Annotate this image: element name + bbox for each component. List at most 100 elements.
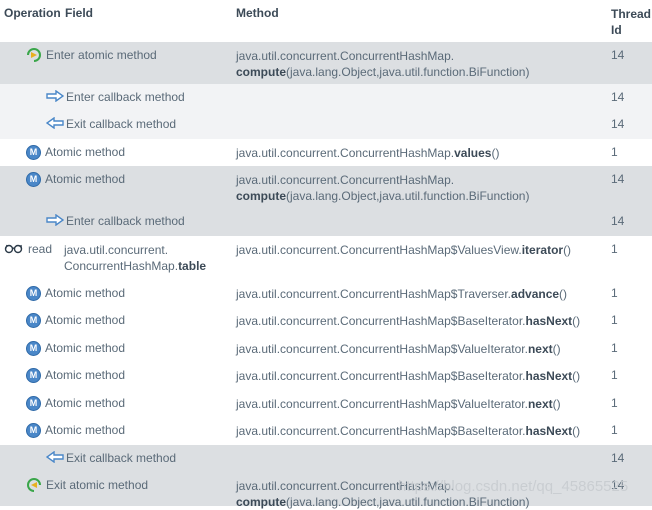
operation-cell: M Atomic method <box>26 286 125 301</box>
operation-label: Atomic method <box>45 368 126 382</box>
operation-cell: Exit callback method <box>45 116 177 132</box>
operation-label: Exit atomic method <box>46 478 149 492</box>
operation-label: Atomic method <box>45 145 126 159</box>
thread-id-cell: 1 <box>611 423 618 437</box>
operation-label: Enter atomic method <box>46 48 157 62</box>
atomic-method-icon: M <box>26 145 41 160</box>
header-thread-id[interactable]: Thread Id <box>611 6 651 38</box>
method-class: java.util.concurrent.ConcurrentHashMap$B… <box>236 314 526 328</box>
method-args: () <box>559 287 568 301</box>
method-cell: java.util.concurrent.ConcurrentHashMap.v… <box>236 145 596 161</box>
method-args: () <box>552 397 561 411</box>
method-args: () <box>572 424 581 438</box>
read-glasses-icon <box>4 242 24 256</box>
table-row[interactable]: Exit callback method 14 <box>0 445 652 472</box>
operation-label: Exit callback method <box>66 117 177 131</box>
thread-id-cell: 1 <box>611 313 618 327</box>
method-name: compute <box>236 65 287 79</box>
method-class: java.util.concurrent.ConcurrentHashMap$T… <box>236 287 512 301</box>
operation-cell: Exit atomic method <box>26 478 148 493</box>
method-name: hasNext <box>525 369 573 383</box>
operation-cell: M Atomic method <box>26 368 125 383</box>
method-name: compute <box>236 189 287 203</box>
operation-cell: M Atomic method <box>26 341 125 356</box>
method-cell: java.util.concurrent.ConcurrentHashMap$B… <box>236 313 596 329</box>
method-cell: java.util.concurrent.ConcurrentHashMap$T… <box>236 286 596 302</box>
enter-callback-icon <box>46 213 65 228</box>
operation-cell: read <box>4 242 52 257</box>
method-class: java.util.concurrent.ConcurrentHashMap$V… <box>236 397 528 411</box>
method-cell: java.util.concurrent.ConcurrentHashMap$V… <box>236 242 596 258</box>
operation-label: Atomic method <box>45 341 126 355</box>
table-row[interactable]: M Atomic method java.util.concurrent.Concu… <box>0 139 652 166</box>
field-package: java.util.concurrent. <box>64 243 169 257</box>
table-row[interactable]: M Atomic method java.util.concurrent.Concu… <box>0 307 652 335</box>
operation-label: Atomic method <box>45 423 126 437</box>
header-field[interactable]: Field <box>65 6 93 20</box>
table-row[interactable]: M Atomic method java.util.concurrent.Concu… <box>0 417 652 445</box>
method-cell: java.util.concurrent.ConcurrentHashMap. c… <box>236 172 596 204</box>
table-row[interactable]: Enter callback method 14 <box>0 208 652 236</box>
table-header: Operation Field Method Thread Id <box>0 0 652 42</box>
thread-id-cell: 1 <box>611 242 618 256</box>
table-row[interactable]: M Atomic method java.util.concurrent.Concu… <box>0 335 652 362</box>
operation-cell: M Atomic method <box>26 396 125 411</box>
method-name: hasNext <box>525 424 573 438</box>
table-row[interactable]: Enter atomic method java.util.concurrent.… <box>0 42 652 84</box>
table-row[interactable]: M Atomic method java.util.concurrent.Concu… <box>0 166 652 208</box>
method-class: java.util.concurrent.ConcurrentHashMap$V… <box>236 342 528 356</box>
atomic-method-icon: M <box>26 286 41 301</box>
exit-callback-icon <box>45 450 64 465</box>
operation-label: Atomic method <box>45 313 126 327</box>
thread-id-cell: 1 <box>611 396 618 410</box>
table-row[interactable]: Enter callback method 14 <box>0 84 652 111</box>
thread-id-cell: 14 <box>611 214 625 228</box>
method-name: next <box>527 397 553 411</box>
thread-id-cell: 1 <box>611 145 618 159</box>
method-name: compute <box>236 495 287 509</box>
method-cell: java.util.concurrent.ConcurrentHashMap$B… <box>236 368 596 384</box>
table-row[interactable]: Exit callback method 14 <box>0 111 652 139</box>
method-args: (java.lang.Object,java.util.function.BiF… <box>286 495 530 509</box>
atomic-method-icon: M <box>26 172 41 187</box>
atomic-method-icon: M <box>26 368 41 383</box>
header-thread-line2: Id <box>611 23 622 37</box>
method-cell: java.util.concurrent.ConcurrentHashMap$B… <box>236 423 596 439</box>
table-row[interactable]: M Atomic method java.util.concurrent.Concu… <box>0 280 652 307</box>
operation-label: read <box>28 242 53 256</box>
thread-id-cell: 14 <box>611 90 625 104</box>
enter-callback-icon <box>46 89 65 104</box>
operation-cell: M Atomic method <box>26 172 125 187</box>
trace-table: Operation Field Method Thread Id <box>0 0 652 42</box>
method-class: java.util.concurrent.ConcurrentHashMap. <box>236 146 455 160</box>
header-operation[interactable]: Operation <box>4 6 61 20</box>
header-thread-line1: Thread <box>611 7 652 21</box>
method-args: () <box>572 314 581 328</box>
method-name: advance <box>511 287 560 301</box>
operation-cell: Enter callback method <box>46 89 185 105</box>
method-name: values <box>454 146 492 160</box>
method-class: java.util.concurrent.ConcurrentHashMap$B… <box>236 369 526 383</box>
thread-id-cell: 1 <box>611 286 618 300</box>
field-cell: java.util.concurrent. ConcurrentHashMap.t… <box>64 242 206 274</box>
method-cell: java.util.concurrent.ConcurrentHashMap$V… <box>236 341 596 357</box>
operation-cell: Exit callback method <box>45 450 177 466</box>
header-method[interactable]: Method <box>236 6 279 20</box>
thread-id-cell: 1 <box>611 368 618 382</box>
table-row[interactable]: M Atomic method java.util.concurrent.Concu… <box>0 390 652 417</box>
table-row[interactable]: read java.util.concurrent. ConcurrentHashM… <box>0 236 652 280</box>
method-args: () <box>491 146 500 160</box>
field-name: table <box>178 259 207 273</box>
exit-callback-icon <box>45 116 64 131</box>
operation-label: Atomic method <box>45 286 126 300</box>
thread-id-cell: 14 <box>611 48 625 62</box>
watermark: https://blog.csdn.net/qq_45865525 <box>398 478 629 495</box>
thread-id-cell: 1 <box>611 341 618 355</box>
method-cell: java.util.concurrent.ConcurrentHashMap$V… <box>236 396 596 412</box>
operation-label: Exit callback method <box>66 451 177 465</box>
table-row[interactable]: M Atomic method java.util.concurrent.Concu… <box>0 362 652 390</box>
operation-label: Atomic method <box>45 172 126 186</box>
method-class: java.util.concurrent.ConcurrentHashMap$V… <box>236 243 522 257</box>
method-class: java.util.concurrent.ConcurrentHashMap$B… <box>236 424 526 438</box>
operation-cell: Enter callback method <box>46 213 185 229</box>
